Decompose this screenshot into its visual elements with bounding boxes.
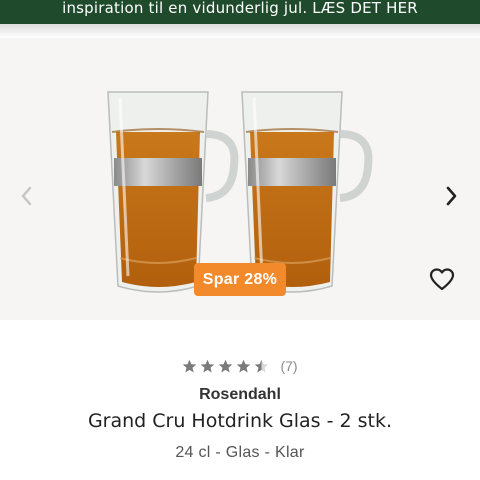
- gallery-prev-button[interactable]: [14, 178, 38, 214]
- star-icon: [237, 359, 251, 372]
- star-icon: [219, 359, 233, 372]
- gallery-next-button[interactable]: [440, 178, 464, 214]
- wishlist-button[interactable]: [428, 266, 456, 294]
- chevron-left-icon: [21, 186, 32, 206]
- banner-shadow: [0, 24, 480, 38]
- star-icon: [183, 359, 197, 372]
- promo-banner-text[interactable]: inspiration til en vidunderlig jul. LÆS …: [62, 0, 418, 16]
- product-variant: 24 cl - Glas - Klar: [175, 444, 305, 461]
- chevron-right-icon: [446, 186, 457, 206]
- promo-banner[interactable]: inspiration til en vidunderlig jul. LÆS …: [0, 0, 480, 24]
- product-title: Grand Cru Hotdrink Glas - 2 stk.: [87, 410, 393, 432]
- review-count[interactable]: (7): [280, 358, 297, 374]
- heart-icon: [429, 268, 455, 291]
- product-brand[interactable]: Rosendahl: [0, 386, 480, 404]
- product-info: (7) Rosendahl Grand Cru Hotdrink Glas - …: [0, 320, 480, 480]
- glass-left: [107, 91, 239, 293]
- star-icon: [201, 359, 215, 372]
- discount-badge: Spar 28%: [194, 263, 286, 296]
- glass-right: [241, 91, 373, 293]
- product-rating[interactable]: (7): [0, 356, 480, 376]
- star-half-icon: [255, 359, 269, 372]
